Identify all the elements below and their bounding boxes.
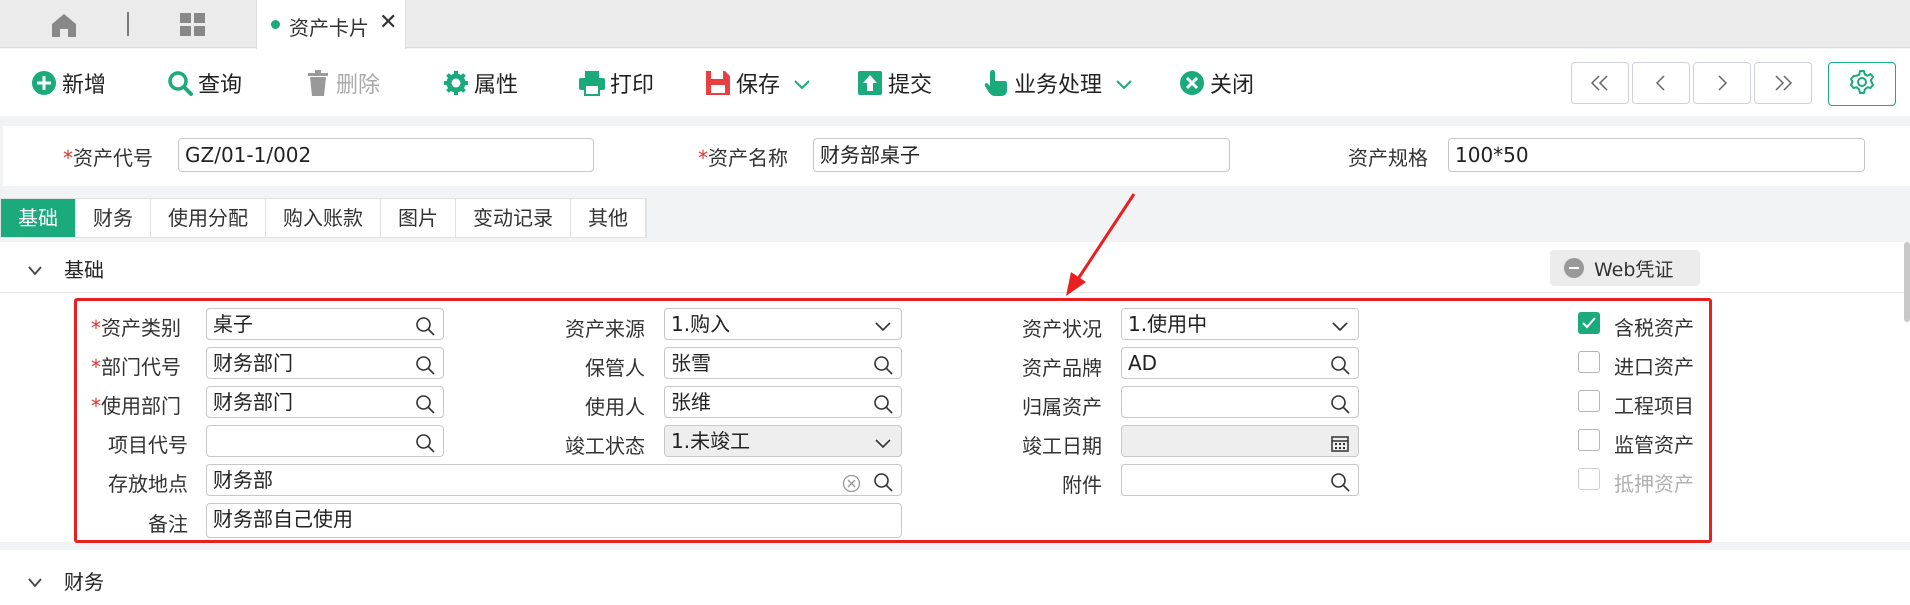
properties-button[interactable]: 属性 <box>442 63 518 103</box>
home-icon[interactable] <box>48 12 80 38</box>
chevron-down-icon[interactable] <box>1116 71 1132 96</box>
tab-separator <box>127 12 129 36</box>
header-fields: *资产代号 GZ/01-1/002 *资产名称 财务部桌子 资产规格 100*5… <box>3 126 1910 186</box>
web-voucher-label: Web凭证 <box>1594 258 1674 281</box>
trash-icon <box>304 69 332 97</box>
tab-strip: 资产卡片 ✕ <box>0 0 1910 49</box>
save-button[interactable]: 保存 <box>704 63 810 103</box>
tab-purchase-payment[interactable]: 购入账款 <box>266 199 381 237</box>
basic-section-header[interactable]: 基础 <box>28 254 104 283</box>
close-label: 关闭 <box>1210 73 1255 98</box>
business-button[interactable]: 业务处理 <box>982 63 1132 103</box>
close-button[interactable]: 关闭 <box>1178 63 1254 103</box>
settings-gear-icon <box>1849 69 1875 99</box>
asset-spec-label: 资产规格 <box>1348 146 1428 170</box>
properties-label: 属性 <box>474 73 519 98</box>
toolbar: 新增 查询 删除 属性 打印 保存 提交 业务处理 关闭 <box>0 49 1910 116</box>
add-label: 新增 <box>62 73 107 98</box>
printer-icon <box>578 69 606 97</box>
next-record-button[interactable] <box>1693 62 1751 104</box>
hand-pointer-icon <box>982 69 1010 97</box>
close-circle-icon <box>1178 69 1206 97</box>
subtab-bar: 基础 财务 使用分配 购入账款 图片 变动记录 其他 <box>0 198 647 238</box>
last-record-button[interactable] <box>1754 62 1812 104</box>
submit-label: 提交 <box>888 73 933 98</box>
close-tab-icon[interactable]: ✕ <box>379 10 397 35</box>
tab-usage-allocation[interactable]: 使用分配 <box>151 199 266 237</box>
asset-name-label: *资产名称 <box>698 146 788 170</box>
search-icon <box>166 69 194 97</box>
upload-icon <box>856 69 884 97</box>
finance-section-header[interactable]: 财务 <box>28 566 104 595</box>
tab-basic[interactable]: 基础 <box>1 199 76 237</box>
basic-section: 基础 Web凭证 *资产类别 桌子 *部门代号 财务部门 *使用部门 财务部门 … <box>0 242 1910 543</box>
section-divider <box>0 292 1910 293</box>
annotation-arrow-icon <box>1066 193 1136 296</box>
web-voucher-button[interactable]: Web凭证 <box>1550 250 1700 286</box>
tab-finance[interactable]: 财务 <box>76 199 151 237</box>
basic-section-title: 基础 <box>64 258 104 282</box>
settings-button[interactable] <box>1828 62 1896 106</box>
tab-other[interactable]: 其他 <box>571 199 646 237</box>
query-button[interactable]: 查询 <box>166 63 242 103</box>
floppy-icon <box>704 69 732 97</box>
finance-section: 财务 <box>0 550 1910 605</box>
asset-code-input[interactable]: GZ/01-1/002 <box>178 138 594 172</box>
asset-name-input[interactable]: 财务部桌子 <box>813 138 1230 172</box>
chevron-down-icon[interactable] <box>794 71 810 96</box>
tab-images[interactable]: 图片 <box>381 199 456 237</box>
prev-record-button[interactable] <box>1632 62 1690 104</box>
active-dot-icon <box>271 20 280 29</box>
delete-button[interactable]: 删除 <box>304 63 380 103</box>
minus-circle-icon <box>1564 258 1584 278</box>
submit-button[interactable]: 提交 <box>856 63 932 103</box>
first-record-button[interactable] <box>1571 62 1629 104</box>
chevron-down-icon <box>28 569 42 593</box>
tab-change-log[interactable]: 变动记录 <box>456 199 571 237</box>
save-label: 保存 <box>736 73 781 98</box>
apps-grid-icon[interactable] <box>178 12 208 38</box>
add-button[interactable]: 新增 <box>30 63 106 103</box>
asset-code-label: *资产代号 <box>63 146 153 170</box>
tab-asset-card-label: 资产卡片 <box>289 16 369 40</box>
print-label: 打印 <box>610 73 655 98</box>
tab-asset-card[interactable]: 资产卡片 ✕ <box>256 0 406 49</box>
chevron-down-icon <box>28 257 42 281</box>
highlight-box <box>74 298 1712 543</box>
query-label: 查询 <box>198 73 243 98</box>
finance-section-title: 财务 <box>64 570 104 594</box>
delete-label: 删除 <box>336 73 381 98</box>
print-button[interactable]: 打印 <box>578 63 654 103</box>
business-label: 业务处理 <box>1014 73 1103 98</box>
scrollbar[interactable] <box>1904 242 1910 322</box>
asset-spec-input[interactable]: 100*50 <box>1448 138 1865 172</box>
plus-circle-icon <box>30 69 58 97</box>
gear-icon <box>442 69 470 97</box>
